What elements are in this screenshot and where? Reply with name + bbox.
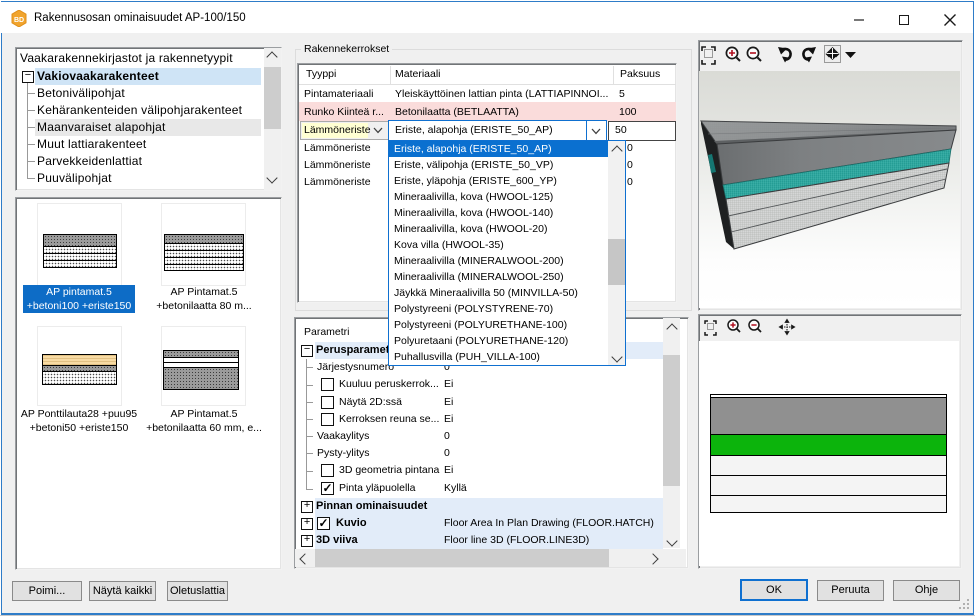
svg-text:BD: BD xyxy=(14,17,24,24)
